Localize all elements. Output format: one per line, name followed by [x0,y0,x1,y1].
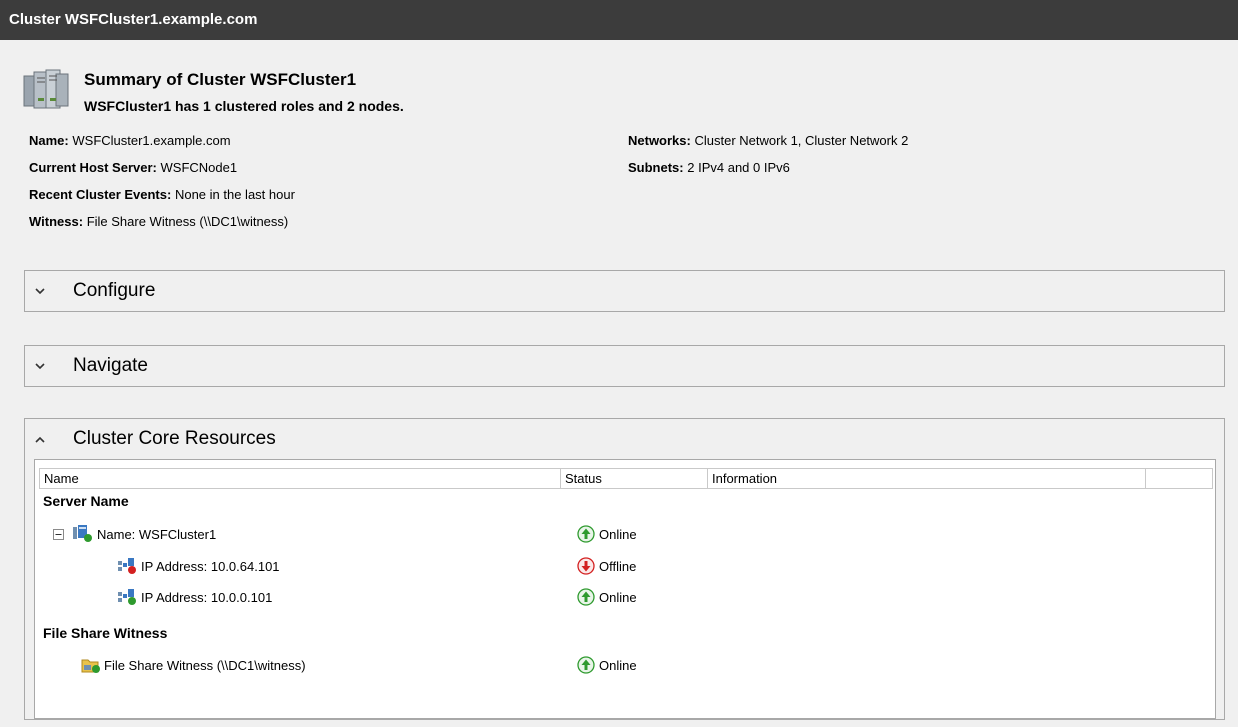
collapse-icon[interactable] [53,528,64,540]
resources-grid: Name Status Information Server Name Name… [34,459,1216,719]
status-cell: Offline [577,551,636,581]
online-icon [577,525,595,543]
section-label: Cluster Core Resources [73,428,276,449]
detail-label: Current Host Server: [29,160,157,175]
status-text: Online [599,526,637,542]
online-icon [577,588,595,606]
file-share-witness-icon [81,659,100,673]
section-label: Navigate [73,355,148,376]
detail-value: File Share Witness (\\DC1\witness) [86,214,289,229]
detail-subnets: Subnets: 2 IPv4 and 0 IPv6 [628,160,790,175]
detail-label: Subnets: [628,160,684,175]
status-cell: Online [577,519,637,549]
offline-icon [577,557,595,575]
section-core-resources: Cluster Core Resources Name Status Infor… [24,418,1225,720]
summary-title: Summary of Cluster WSFCluster1 [84,70,357,89]
table-row[interactable]: IP Address: 10.0.64.101 [118,551,280,581]
section-label: Configure [73,280,156,301]
detail-label: Recent Cluster Events: [29,187,172,202]
status-cell: Online [577,650,637,680]
section-navigate: Navigate [24,345,1225,387]
detail-value: 2 IPv4 and 0 IPv6 [687,160,790,175]
detail-value[interactable]: None in the last hour [175,187,295,202]
ip-address-icon [118,558,136,574]
table-row[interactable]: IP Address: 10.0.0.101 [118,582,272,612]
ip-address-icon [118,589,136,605]
detail-value: WSFCluster1.example.com [72,133,231,148]
chevron-up-icon [33,432,47,446]
resource-name: File Share Witness (\\DC1\witness) [104,657,306,673]
resource-name: IP Address: 10.0.0.101 [141,589,273,605]
status-cell: Online [577,582,637,612]
column-header-status[interactable]: Status [560,468,708,489]
detail-recent-events: Recent Cluster Events: None in the last … [29,187,295,202]
detail-current-host: Current Host Server: WSFCNode1 [29,160,237,175]
detail-witness: Witness: File Share Witness (\\DC1\witne… [29,214,288,229]
column-header-filler [1145,468,1213,489]
summary-subtitle: WSFCluster1 has 1 clustered roles and 2 … [84,98,404,114]
table-row[interactable]: File Share Witness (\\DC1\witness) [81,650,306,680]
detail-value[interactable]: Cluster Network 1, Cluster Network 2 [694,133,908,148]
group-header-file-share-witness: File Share Witness [43,625,168,641]
detail-label: Name: [29,133,69,148]
detail-label: Networks: [628,133,691,148]
section-core-resources-header[interactable]: Cluster Core Resources [25,419,1224,459]
column-header-information[interactable]: Information [707,468,1146,489]
cluster-icon [23,69,69,109]
column-header-name[interactable]: Name [39,468,561,489]
status-text: Online [599,589,637,605]
resource-name: Name: WSFCluster1 [97,526,217,542]
group-header-server-name: Server Name [43,493,129,509]
detail-label: Witness: [29,214,84,229]
section-navigate-header[interactable]: Navigate [25,346,1224,386]
status-text: Online [599,657,637,673]
window-title: Cluster WSFCluster1.example.com [0,0,1238,40]
section-configure-header[interactable]: Configure [25,271,1224,311]
detail-name: Name: WSFCluster1.example.com [29,133,231,148]
section-configure: Configure [24,270,1225,312]
detail-networks: Networks: Cluster Network 1, Cluster Net… [628,133,908,148]
resource-name: IP Address: 10.0.64.101 [141,558,280,574]
chevron-down-icon [33,284,47,298]
network-name-icon [73,525,92,542]
online-icon [577,656,595,674]
table-row[interactable]: Name: WSFCluster1 [53,519,216,549]
detail-value: WSFCNode1 [160,160,238,175]
status-text: Offline [599,558,637,574]
chevron-down-icon [33,359,47,373]
